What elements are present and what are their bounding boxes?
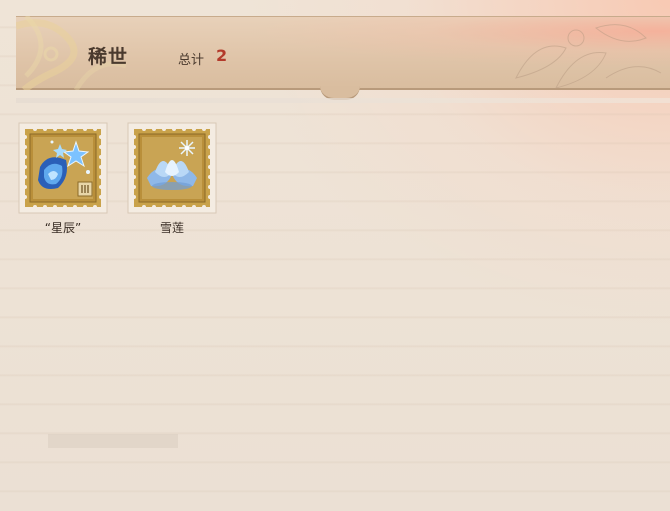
category-title: 稀世 bbox=[88, 46, 129, 68]
total-label: 总计 bbox=[178, 53, 205, 68]
total-count: 2 bbox=[216, 46, 228, 65]
collection-item-star[interactable]: “星辰” bbox=[18, 122, 108, 235]
snow-lotus-stamp-icon bbox=[127, 122, 217, 214]
item-label: “星辰” bbox=[44, 221, 82, 235]
star-crystal-stamp-icon bbox=[18, 122, 108, 214]
collection-item-snow-lotus[interactable]: 雪莲 bbox=[127, 122, 217, 235]
header-underline bbox=[16, 98, 670, 103]
item-label: 雪莲 bbox=[159, 221, 184, 235]
faded-watermark-icon bbox=[48, 434, 178, 448]
header-flower-ornament-icon bbox=[515, 24, 662, 89]
